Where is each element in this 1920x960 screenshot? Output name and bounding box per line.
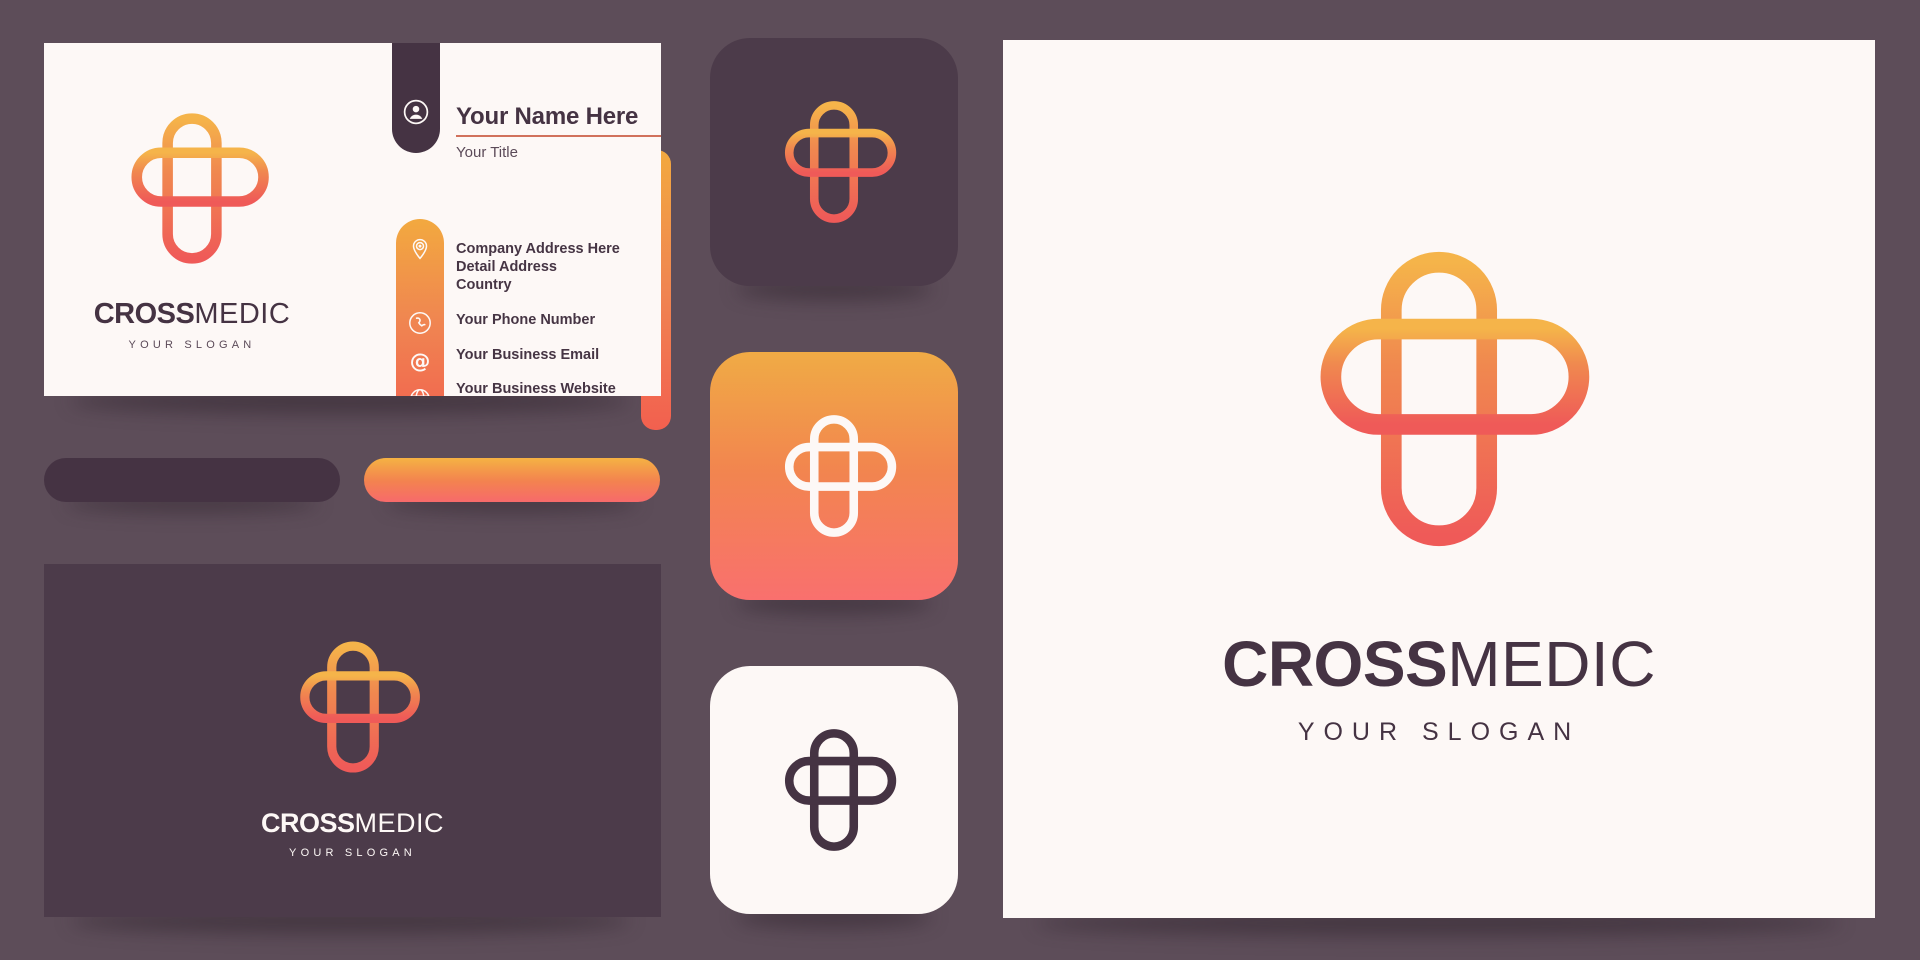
color-swatch-dark (44, 458, 340, 502)
wordmark-thin: MEDIC (194, 298, 291, 330)
wordmark-bold: CROSS (1222, 628, 1448, 700)
icon-badge-dark (710, 38, 958, 286)
card-back-slogan: YOUR SLOGAN (289, 847, 416, 859)
name-underline-rule (456, 135, 661, 137)
wordmark-thin: MEDIC (1447, 628, 1656, 700)
svg-text:@: @ (410, 349, 431, 373)
wordmark-bold: CROSS (93, 298, 195, 330)
contact-list: Company Address Here Detail Address Coun… (456, 240, 620, 396)
cross-logo-icon (282, 622, 424, 792)
business-card-front: CROSSMEDIC YOUR SLOGAN Your Name Here Yo… (44, 43, 661, 396)
globe-website-icon (410, 389, 430, 396)
wordmark-thin: MEDIC (354, 808, 445, 838)
location-pin-icon (412, 238, 428, 260)
mockup-canvas: CROSSMEDIC YOUR SLOGAN Your Name Here Yo… (0, 0, 1920, 960)
contact-address: Company Address Here Detail Address Coun… (456, 240, 620, 294)
card-front-logo-lockup: CROSSMEDIC YOUR SLOGAN (82, 91, 302, 351)
contact-icon-strip: @ (396, 219, 444, 396)
name-block: Your Name Here Your Title (456, 103, 661, 161)
name-pill (392, 43, 440, 153)
contact-website: Your Business Website (456, 381, 616, 396)
cross-logo-icon (768, 711, 900, 869)
phone-icon (409, 312, 431, 334)
cross-logo-icon (768, 83, 900, 241)
card-front-slogan: YOUR SLOGAN (128, 339, 256, 351)
color-swatch-gradient (364, 458, 660, 502)
person-name: Your Name Here (456, 103, 639, 130)
showcase-wordmark: CROSSMEDIC (1222, 632, 1656, 696)
contact-email: Your Business Email (456, 346, 600, 363)
contact-phone: Your Phone Number (456, 312, 596, 329)
icon-badge-orange (710, 352, 958, 600)
card-front-wordmark: CROSSMEDIC (94, 300, 291, 329)
card-back-wordmark: CROSSMEDIC (261, 810, 444, 837)
cross-logo-icon (1280, 208, 1598, 590)
contact-address-line-1: Company Address Here (456, 241, 620, 257)
user-icon (403, 99, 429, 125)
icon-badge-light (710, 666, 958, 914)
person-title: Your Title (456, 144, 518, 161)
contact-address-line-2: Detail Address (456, 259, 557, 276)
contact-address-line-3: Country (456, 277, 512, 294)
logo-showcase-panel: CROSSMEDIC YOUR SLOGAN (1003, 40, 1875, 918)
showcase-slogan: YOUR SLOGAN (1297, 718, 1581, 746)
cross-logo-icon (107, 91, 277, 286)
wordmark-bold: CROSS (260, 808, 355, 838)
cross-logo-icon (768, 397, 900, 555)
at-email-icon: @ (410, 349, 431, 373)
business-card-back: CROSSMEDIC YOUR SLOGAN (44, 564, 661, 917)
